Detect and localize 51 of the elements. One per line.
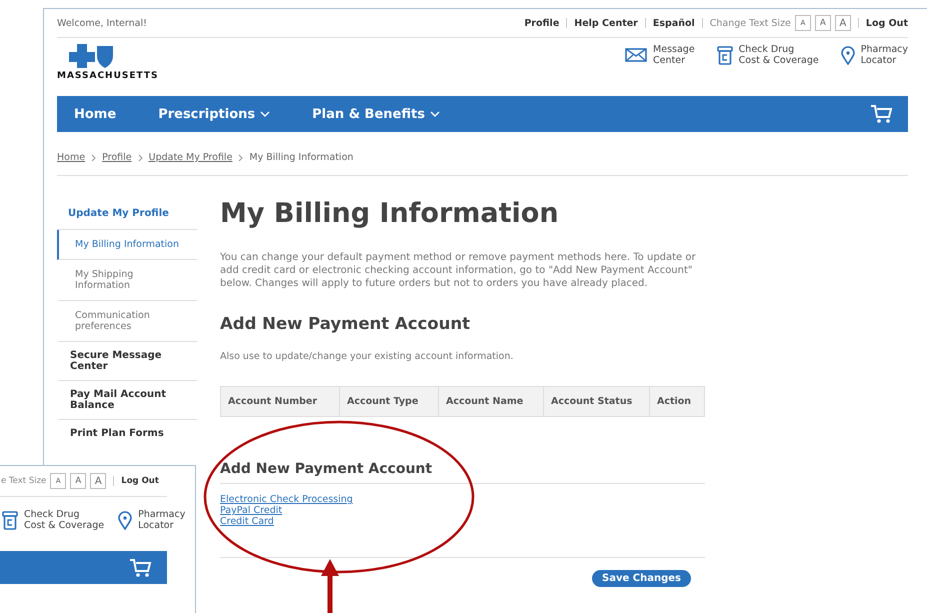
welcome-text: Welcome, Internal! xyxy=(57,18,148,28)
sidebar-item[interactable]: My Shipping Information xyxy=(57,260,197,301)
top-link[interactable]: Profile xyxy=(524,18,560,28)
sidebar-item[interactable]: Print Plan Forms xyxy=(57,420,197,447)
column-header: Account Number xyxy=(227,395,318,409)
top-link[interactable]: Help Center xyxy=(574,18,638,28)
breadcrumb-current[interactable]: My Billing Information xyxy=(249,152,354,163)
save-button[interactable]: Save Changes xyxy=(592,570,691,587)
logout-link[interactable]: Log Out xyxy=(121,476,159,486)
sidebar-item[interactable]: My Billing Information xyxy=(57,230,197,260)
column-header: Action xyxy=(649,387,704,416)
quick-link-label: Pharmacy Locator xyxy=(860,44,908,66)
section-note: Also use to update/change your existing account information. xyxy=(220,351,514,362)
logo-text: MASSACHUSETTS xyxy=(57,71,158,81)
payment-link[interactable]: Electronic Check Processing xyxy=(220,494,353,505)
quick-link[interactable]: Check Drug Cost & Coverage xyxy=(716,44,819,66)
quick-link-label: Pharmacy Locator xyxy=(138,509,186,531)
quick-link-label: Check Drug Cost & Coverage xyxy=(24,509,104,531)
section-title: Add New Payment Account xyxy=(220,314,471,333)
sidebar-item[interactable]: Communication preferences xyxy=(57,301,197,342)
quick-link[interactable]: Message Center xyxy=(625,44,695,66)
column-header: Account Name xyxy=(438,387,543,416)
add-account-title: Add New Payment Account xyxy=(220,461,705,484)
sidebar-heading[interactable]: Update My Profile xyxy=(57,198,197,230)
quick-link[interactable]: Pharmacy Locator xyxy=(118,503,186,537)
text-size-label: e Text Size xyxy=(1,476,46,486)
page-title: My Billing Information xyxy=(220,198,560,229)
sidebar-item[interactable]: Pay Mail Account Balance xyxy=(57,381,197,420)
column-header: Account Type xyxy=(339,387,438,416)
nav-item[interactable]: Plan & Benefits xyxy=(312,106,440,122)
quick-link-label: Message Center xyxy=(653,44,695,66)
breadcrumb-link[interactable]: Update My Profile xyxy=(148,152,232,163)
sidebar-item[interactable]: Secure Message Center xyxy=(57,342,197,381)
text-size-button[interactable]: A xyxy=(814,15,831,31)
text-size-button[interactable]: A xyxy=(70,473,86,489)
nav-item[interactable]: Prescriptions xyxy=(158,106,270,122)
top-link[interactable]: Español xyxy=(652,18,695,28)
quick-link-label: Check Drug Cost & Coverage xyxy=(738,44,819,66)
payment-link[interactable]: PayPal Credit xyxy=(220,505,282,516)
quick-link[interactable]: Pharmacy Locator xyxy=(840,44,908,66)
payment-link[interactable]: Credit Card xyxy=(220,516,274,527)
intro-text: You can change your default payment method or remove payment methods here. To update or add credit card or electronic checking account information, go to "Add New Payment Account" below. Changes will apply to future orders but not to orders you have already placed. xyxy=(220,251,697,290)
breadcrumb-link[interactable]: Home xyxy=(57,152,86,163)
breadcrumb-link[interactable]: Profile xyxy=(102,152,132,163)
text-size-button[interactable]: A xyxy=(90,473,106,489)
nav-item[interactable]: Home xyxy=(74,106,116,122)
text-size-button[interactable]: A xyxy=(834,15,851,31)
logout-link[interactable]: Log Out xyxy=(866,18,908,28)
text-size-label: Change Text Size xyxy=(710,18,791,28)
quick-link[interactable]: Check Drug Cost & Coverage xyxy=(2,503,104,537)
column-header: Account Status xyxy=(543,387,649,416)
